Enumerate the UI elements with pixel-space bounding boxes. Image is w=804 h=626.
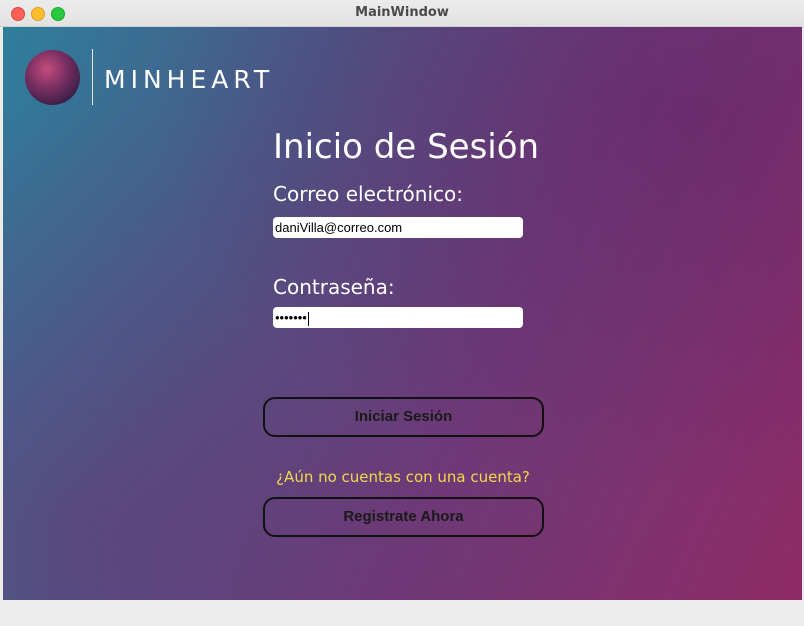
page-title: Inicio de Sesión (273, 127, 540, 167)
window-title: MainWindow (355, 5, 449, 20)
password-label: Contraseña: (273, 275, 395, 299)
brand-name: MINHEART (104, 65, 275, 94)
password-field-value: ••••••• (275, 310, 307, 325)
email-field-value: daniVilla@correo.com (275, 220, 403, 235)
title-bar[interactable]: MainWindow (0, 0, 804, 27)
logo-divider (92, 49, 93, 105)
text-caret (307, 311, 309, 326)
status-bar (0, 600, 804, 626)
planet-logo-icon (25, 50, 80, 105)
main-window: MainWindow MINHEART Inicio de Sesión Cor… (0, 0, 804, 626)
no-account-link[interactable]: ¿Aún no cuentas con una cuenta? (273, 468, 533, 486)
email-field[interactable]: daniVilla@correo.com (273, 217, 523, 238)
login-button[interactable]: Iniciar Sesión (263, 397, 544, 437)
login-panel: MINHEART Inicio de Sesión Correo electró… (3, 27, 802, 600)
password-field[interactable]: ••••••• (273, 307, 523, 328)
register-button[interactable]: Registrate Ahora (263, 497, 544, 537)
email-label: Correo electrónico: (273, 182, 463, 206)
